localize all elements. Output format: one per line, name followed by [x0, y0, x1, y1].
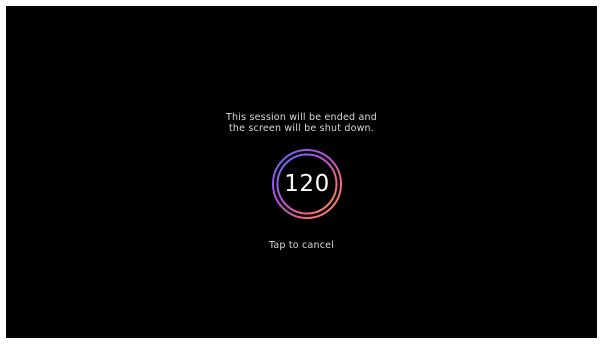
message-line-2: the screen will be shut down. — [228, 123, 374, 134]
shutdown-screen: This session will be ended and the scree… — [6, 6, 597, 338]
shutdown-message: This session will be ended and the scree… — [6, 112, 597, 134]
countdown-value: 120 — [284, 171, 330, 197]
message-line-1: This session will be ended and — [226, 112, 377, 123]
countdown-timer: 120 — [271, 148, 343, 220]
cancel-button[interactable]: Tap to cancel — [6, 240, 597, 252]
